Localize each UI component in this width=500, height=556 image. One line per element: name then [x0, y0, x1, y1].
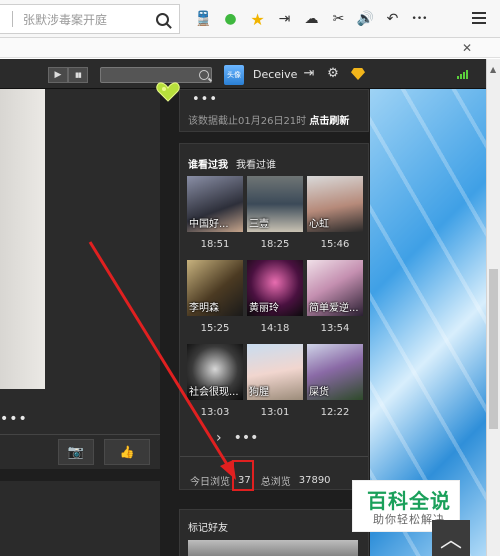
today-visits-label: 今日浏览: [190, 477, 230, 488]
watermark-title: 百科全说: [367, 489, 451, 513]
visitor-avatar[interactable]: 中国好...: [187, 176, 243, 232]
more-icon[interactable]: •••: [192, 92, 218, 107]
visit-time: 15:46: [320, 239, 350, 250]
visit-time: 13:03: [200, 407, 230, 418]
scroll-thumb[interactable]: [489, 269, 498, 429]
undo-icon[interactable]: ↶: [379, 6, 406, 32]
visitor-name[interactable]: 中国好...: [187, 215, 243, 230]
total-visits-value: 37890: [298, 475, 331, 486]
browser-search-box[interactable]: 张默涉毒案开庭: [0, 4, 180, 34]
data-notice-text: 该数据截止01月26日21时 点击刷新: [188, 112, 349, 127]
close-icon[interactable]: ✕: [462, 41, 472, 55]
divider: [180, 456, 368, 457]
more-icon[interactable]: •••: [234, 430, 259, 446]
chart-icon[interactable]: ▮▮: [68, 67, 88, 83]
visitor-item[interactable]: 心虹 15:46: [307, 176, 363, 256]
page-scrollbar[interactable]: ▲: [486, 59, 500, 556]
post-image[interactable]: [0, 89, 45, 389]
marked-friends-panel: 标记好友: [179, 509, 369, 556]
cloud-icon[interactable]: ☁: [298, 6, 325, 32]
speaker-icon[interactable]: 🔊: [352, 6, 379, 32]
marked-friend-image[interactable]: [188, 540, 358, 556]
visitor-avatar[interactable]: 简单爱逆...: [307, 260, 363, 316]
visitor-name[interactable]: 简单爱逆...: [307, 299, 363, 314]
data-notice-date: 该数据截止01月26日21时: [188, 116, 307, 127]
more-icon[interactable]: •••: [406, 6, 433, 32]
data-notice-panel: ••• 该数据截止01月26日21时 点击刷新: [179, 89, 369, 132]
like-button[interactable]: 👍: [104, 439, 150, 465]
visitor-name[interactable]: 李明森: [187, 299, 243, 314]
visitor-item[interactable]: 中国好... 18:51: [187, 176, 243, 256]
signal-icon: [457, 70, 468, 79]
visitor-name[interactable]: 三壹: [247, 215, 303, 230]
diamond-icon[interactable]: [351, 68, 365, 80]
visitor-avatar[interactable]: 心虹: [307, 176, 363, 232]
train-icon[interactable]: 🚆: [190, 6, 217, 32]
browser-second-row: ✕: [0, 38, 500, 58]
tab-visited-me[interactable]: 谁看过我: [188, 156, 228, 171]
scissors-icon[interactable]: ✂: [325, 6, 352, 32]
visit-time: 18:51: [200, 239, 230, 250]
tab-i-visited[interactable]: 我看过谁: [236, 156, 276, 171]
search-separator: [12, 11, 13, 27]
visitor-name[interactable]: 心虹: [307, 215, 363, 230]
refresh-link[interactable]: 点击刷新: [309, 116, 349, 127]
search-icon[interactable]: [199, 70, 209, 80]
back-to-top-button[interactable]: ︿: [432, 520, 470, 556]
visit-stats: 今日浏览 37 总浏览 37890: [190, 473, 331, 488]
visitors-panel: 谁看过我 我看过谁 中国好... 18:51 三壹 18:25 心虹 15:46: [179, 143, 369, 491]
highlight-box: [232, 460, 254, 491]
visitor-avatar[interactable]: 屎货: [307, 344, 363, 400]
post-more-icon[interactable]: •••: [0, 411, 28, 427]
menu-icon[interactable]: [472, 12, 486, 24]
visitor-avatar[interactable]: 社会很现...: [187, 344, 243, 400]
next-page-icon[interactable]: ›: [216, 430, 222, 446]
exit-icon[interactable]: ⇥: [271, 6, 298, 32]
search-icon[interactable]: [156, 12, 169, 26]
visitor-avatar[interactable]: 三壹: [247, 176, 303, 232]
logout-icon[interactable]: ⇥: [301, 67, 317, 81]
visitor-item[interactable]: 黄丽玲 14:18: [247, 260, 303, 340]
visitor-item[interactable]: 简单爱逆... 13:54: [307, 260, 363, 340]
play-icon[interactable]: ▶: [48, 67, 68, 83]
visitor-avatar[interactable]: 李明森: [187, 260, 243, 316]
camera-button[interactable]: 📷: [58, 439, 94, 465]
browser-toolbar: 张默涉毒案开庭 🚆 ● ★ ⇥ ☁ ✂ 🔊 ↶ •••: [0, 0, 500, 38]
visit-time: 13:01: [260, 407, 290, 418]
visitor-avatar[interactable]: 狗腥: [247, 344, 303, 400]
visitor-name[interactable]: 社会很现...: [187, 383, 243, 398]
browser-search-input[interactable]: 张默涉毒案开庭: [23, 11, 156, 28]
post-card: ••• 📷 👍: [0, 89, 160, 469]
chat-icon[interactable]: ●: [217, 6, 244, 32]
visitor-grid: 中国好... 18:51 三壹 18:25 心虹 15:46 李明森 15:25…: [187, 176, 363, 424]
star-icon[interactable]: ★: [244, 6, 271, 32]
visitor-item[interactable]: 社会很现... 13:03: [187, 344, 243, 424]
marked-friends-title: 标记好友: [188, 523, 228, 534]
visitor-pager: › •••: [216, 430, 258, 446]
scroll-up-icon[interactable]: ▲: [490, 65, 496, 74]
visitor-item[interactable]: 三壹 18:25: [247, 176, 303, 256]
visit-time: 18:25: [260, 239, 290, 250]
post-card-2: [0, 481, 160, 556]
site-nav-bar: ▶ ▮▮ 头像 Deceive ⇥ ⚙: [0, 59, 486, 89]
gear-icon[interactable]: ⚙: [325, 67, 341, 81]
heart-icon: [156, 82, 180, 102]
total-visits-label: 总浏览: [260, 477, 291, 488]
visitor-item[interactable]: 狗腥 13:01: [247, 344, 303, 424]
visitor-name[interactable]: 屎货: [307, 383, 363, 398]
divider: [0, 434, 160, 435]
visit-time: 12:22: [320, 407, 350, 418]
visitor-item[interactable]: 李明森 15:25: [187, 260, 243, 340]
username-link[interactable]: Deceive: [253, 68, 297, 81]
visit-time: 15:25: [200, 323, 230, 334]
visit-time: 13:54: [320, 323, 350, 334]
avatar[interactable]: 头像: [224, 65, 244, 85]
visitor-name[interactable]: 黄丽玲: [247, 299, 303, 314]
visit-time: 14:18: [260, 323, 290, 334]
visitor-name[interactable]: 狗腥: [247, 383, 303, 398]
visitor-item[interactable]: 屎货 12:22: [307, 344, 363, 424]
visitor-avatar[interactable]: 黄丽玲: [247, 260, 303, 316]
